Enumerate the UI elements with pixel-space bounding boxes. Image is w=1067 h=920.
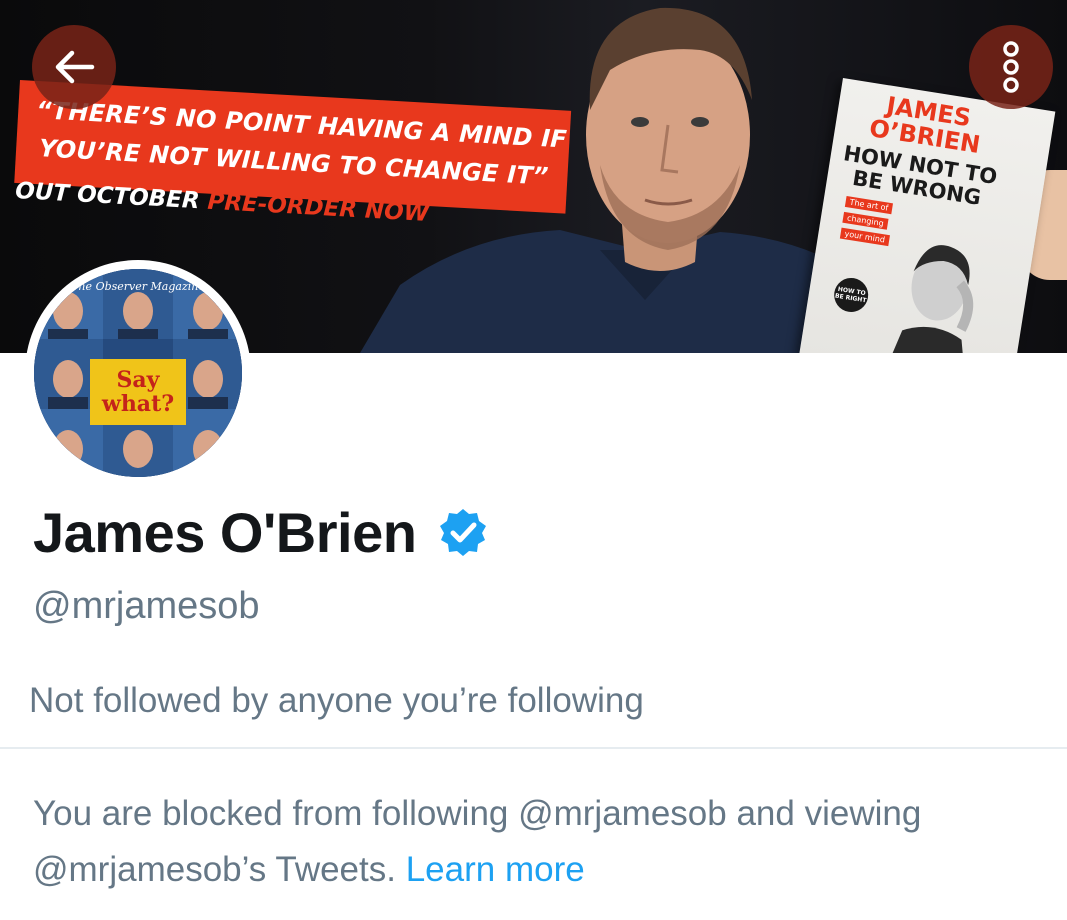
avatar[interactable]: The Observer Magazine Say what?	[25, 260, 251, 486]
book-tags: The art of changing your mind	[839, 196, 895, 251]
book-tag: changing	[842, 211, 889, 230]
arrow-left-icon	[55, 50, 95, 84]
profile-handle: @mrjamesob	[33, 585, 260, 627]
book-author-photo	[886, 245, 974, 353]
more-options-button[interactable]	[969, 25, 1053, 109]
avatar-cover-line1: Say	[116, 367, 160, 393]
book-cover: JAMES O’BRIEN HOW NOT TO BE WRONG The ar…	[799, 78, 1056, 353]
followed-by-text: Not followed by anyone you’re following	[29, 681, 644, 720]
learn-more-link[interactable]: Learn more	[406, 850, 585, 889]
blocked-notice: You are blocked from following @mrjameso…	[33, 786, 1043, 898]
avatar-image: The Observer Magazine Say what?	[34, 269, 242, 477]
more-vertical-icon	[1003, 41, 1019, 93]
profile-name-row: James O'Brien	[33, 497, 488, 567]
avatar-cover-line2: what?	[101, 391, 175, 417]
avatar-cover-headline: Say what?	[90, 359, 186, 425]
avatar-masthead: The Observer Magazine	[71, 280, 205, 293]
book-tag: The art of	[844, 196, 894, 215]
back-button[interactable]	[32, 25, 116, 109]
divider	[0, 747, 1067, 749]
profile-name: James O'Brien	[33, 500, 417, 564]
book-badge: HOW TO BE RIGHT	[831, 275, 871, 315]
book-tag: your mind	[839, 227, 890, 247]
verified-badge-icon	[440, 509, 487, 556]
